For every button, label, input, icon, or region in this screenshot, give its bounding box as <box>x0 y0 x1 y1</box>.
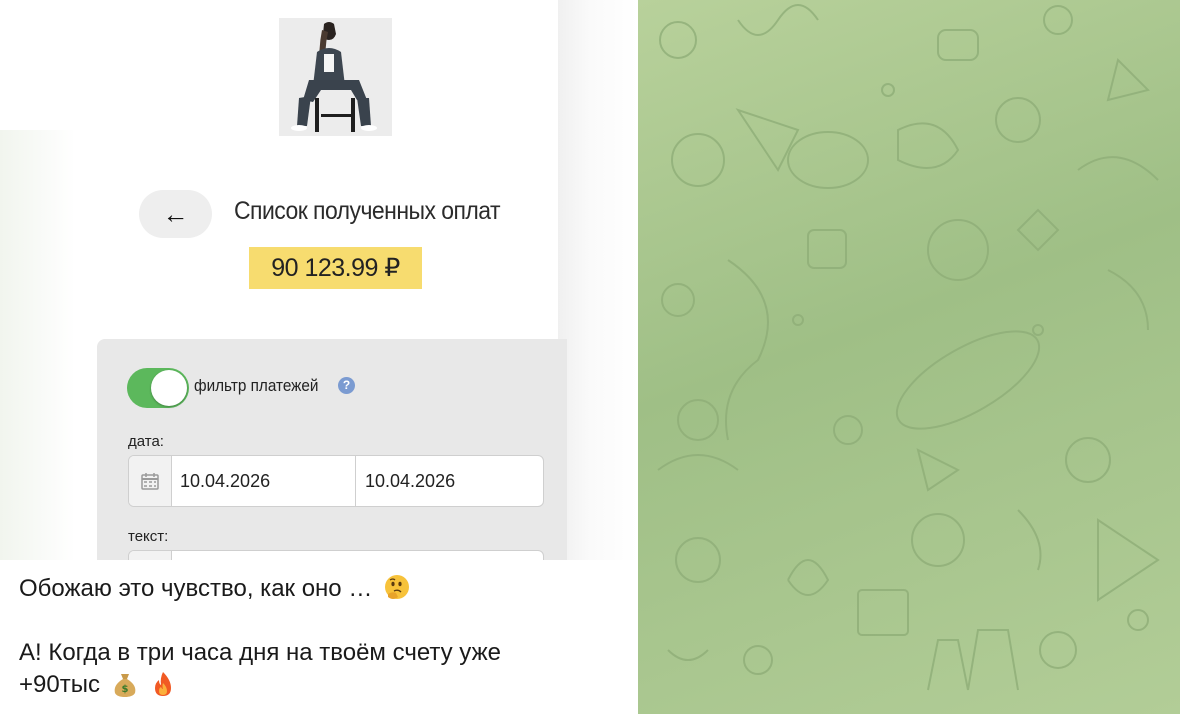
svg-text:$: $ <box>121 684 128 695</box>
page-title: Список полученных оплат <box>234 197 501 225</box>
shade-left <box>0 130 75 560</box>
shade-right <box>558 0 638 560</box>
doodle-pattern <box>657 4 1160 691</box>
text-field-label: текст: <box>128 528 169 545</box>
attached-screenshot[interactable]: ← Список полученных оплат 90 123.99 ₽ фи… <box>0 0 638 560</box>
profile-photo <box>279 18 392 136</box>
chat-wallpaper <box>638 0 1180 714</box>
caption-line-2: А! Когда в три часа дня на твоём счету у… <box>19 639 501 666</box>
caption-line-1-text: Обожаю это чувство, как оно … <box>19 575 373 602</box>
date-to-input[interactable] <box>356 456 542 506</box>
back-button[interactable]: ← <box>139 190 212 238</box>
date-range-group <box>128 455 544 507</box>
toggle-knob <box>151 370 187 406</box>
calendar-icon <box>141 473 159 490</box>
payment-filter-toggle[interactable] <box>127 368 189 408</box>
help-icon[interactable]: ? <box>338 377 355 394</box>
caption-line-3-text: +90тыс <box>19 671 100 698</box>
calendar-addon[interactable] <box>129 456 172 506</box>
caption-line-1: Обожаю это чувство, как оно … <box>19 573 411 605</box>
date-from-input[interactable] <box>171 456 355 506</box>
person-seated-illustration <box>279 18 392 136</box>
caption-line-3: +90тыс $ <box>19 669 177 701</box>
filter-toggle-label: фильтр платежей <box>194 376 319 395</box>
money-bag-emoji: $ <box>114 674 135 697</box>
fire-emoji <box>155 672 172 696</box>
message-bubble: ← Список полученных оплат 90 123.99 ₽ фи… <box>0 0 638 714</box>
date-field-label: дата: <box>128 433 164 450</box>
text-addon <box>129 551 172 560</box>
text-search-group[interactable] <box>128 550 544 560</box>
total-amount-badge: 90 123.99 ₽ <box>249 247 422 289</box>
thinking-face-emoji <box>385 575 409 599</box>
